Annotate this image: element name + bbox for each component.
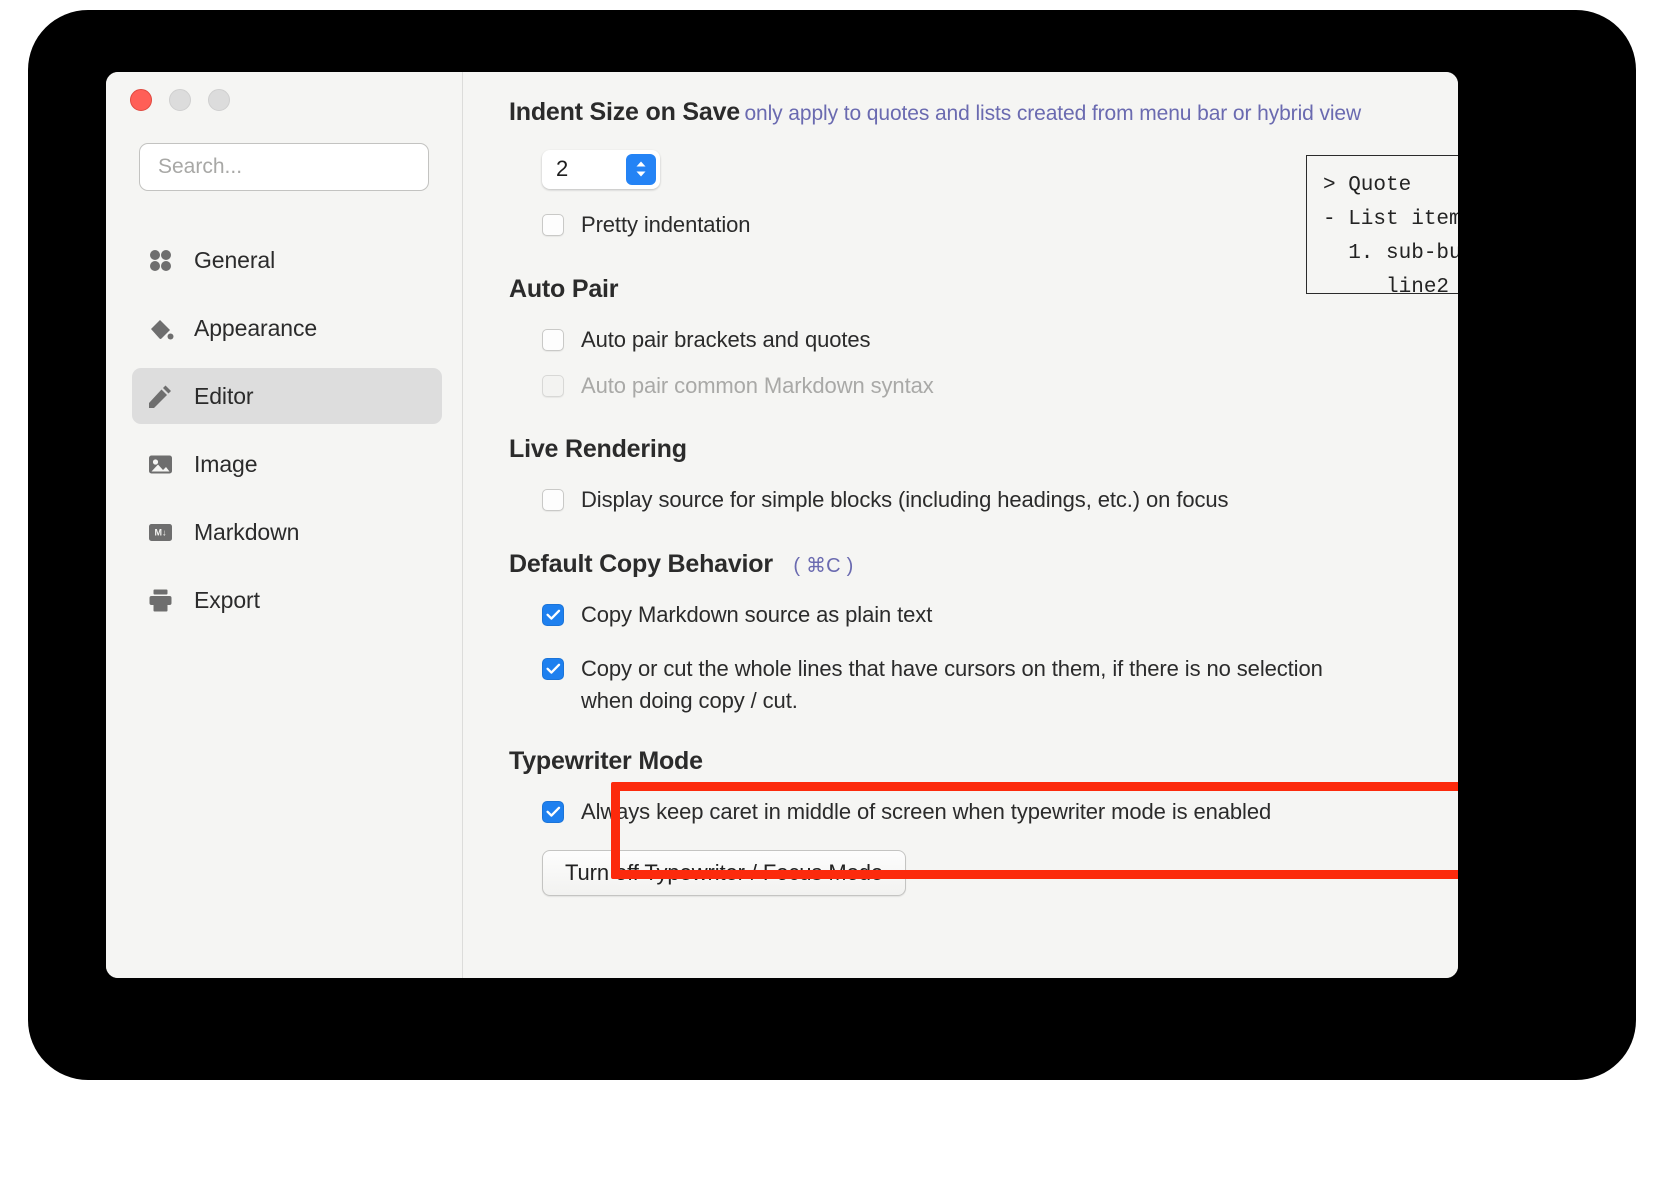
copy-plain-text-row[interactable]: Copy Markdown source as plain text (542, 599, 1424, 631)
typewriter-title: Typewriter Mode (509, 747, 703, 775)
auto-pair-brackets-row[interactable]: Auto pair brackets and quotes (542, 324, 1424, 356)
copy-behavior-title: Default Copy Behavior (509, 550, 773, 578)
sidebar-item-markdown[interactable]: M↓ Markdown (132, 504, 442, 560)
copy-whole-lines-label: Copy or cut the whole lines that have cu… (581, 653, 1372, 717)
indent-header: Indent Size on Save only apply to quotes… (509, 96, 1389, 130)
indent-size-stepper[interactable]: 2 (542, 150, 660, 189)
live-rendering-header: Live Rendering (509, 435, 1424, 464)
display-source-row[interactable]: Display source for simple blocks (includ… (542, 484, 1424, 516)
sidebar-item-general[interactable]: General (132, 232, 442, 288)
pretty-indentation-checkbox[interactable] (542, 214, 564, 236)
pretty-indentation-row[interactable]: Pretty indentation (542, 209, 1424, 241)
traffic-lights (130, 89, 230, 111)
live-rendering-title: Live Rendering (509, 435, 687, 463)
indent-note: only apply to quotes and lists created f… (744, 102, 1361, 125)
sidebar-item-label: Editor (194, 383, 253, 410)
chevron-down-icon (634, 170, 648, 178)
sidebar-item-label: General (194, 247, 275, 274)
maximize-window-button[interactable] (208, 89, 230, 111)
sidebar: General Appearance Edi (106, 72, 463, 978)
sidebar-item-label: Markdown (194, 519, 299, 546)
sidebar-item-image[interactable]: Image (132, 436, 442, 492)
sidebar-item-label: Appearance (194, 315, 317, 342)
live-rendering-group: Live Rendering Display source for simple… (509, 435, 1424, 516)
auto-pair-header: Auto Pair (509, 275, 1424, 304)
minimize-window-button[interactable] (169, 89, 191, 111)
sidebar-nav: General Appearance Edi (132, 232, 442, 640)
copy-whole-lines-checkbox[interactable] (542, 658, 564, 680)
turn-off-typewriter-button[interactable]: Turn off Typewriter / Focus Mode (542, 850, 906, 896)
sidebar-item-label: Image (194, 451, 257, 478)
keep-caret-checkbox[interactable] (542, 801, 564, 823)
sidebar-item-export[interactable]: Export (132, 572, 442, 628)
checkmark-icon (546, 663, 561, 675)
grid-dots-icon (145, 245, 175, 275)
sidebar-item-appearance[interactable]: Appearance (132, 300, 442, 356)
pencil-icon (145, 381, 175, 411)
pretty-indentation-label: Pretty indentation (581, 209, 750, 241)
printer-icon (145, 585, 175, 615)
sidebar-item-editor[interactable]: Editor (132, 368, 442, 424)
chevron-up-icon (634, 160, 648, 168)
copy-behavior-shortcut: ( ⌘C ) (793, 555, 853, 577)
auto-pair-brackets-checkbox[interactable] (542, 329, 564, 351)
typewriter-header: Typewriter Mode (509, 747, 1424, 776)
auto-pair-brackets-label: Auto pair brackets and quotes (581, 324, 870, 356)
checkmark-icon (546, 806, 561, 818)
auto-pair-title: Auto Pair (509, 275, 618, 303)
auto-pair-markdown-row: Auto pair common Markdown syntax (542, 370, 1424, 402)
copy-plain-text-checkbox[interactable] (542, 604, 564, 626)
display-source-checkbox[interactable] (542, 489, 564, 511)
image-icon (145, 449, 175, 479)
svg-text:M↓: M↓ (154, 527, 166, 537)
auto-pair-markdown-checkbox (542, 375, 564, 397)
copy-plain-text-label: Copy Markdown source as plain text (581, 599, 932, 631)
paint-bucket-icon (145, 313, 175, 343)
copy-behavior-group: Default Copy Behavior ( ⌘C ) Copy Markdo… (509, 550, 1424, 717)
sidebar-item-label: Export (194, 587, 260, 614)
indent-preview-text: > Quote - List item 1. sub-bullet line2 (1323, 169, 1458, 305)
stepper-buttons[interactable] (626, 154, 656, 185)
typewriter-group: Typewriter Mode Always keep caret in mid… (509, 747, 1424, 896)
markdown-icon: M↓ (145, 517, 175, 547)
search-input[interactable] (158, 155, 410, 179)
auto-pair-group: Auto Pair Auto pair brackets and quotes … (509, 275, 1424, 402)
keep-caret-label: Always keep caret in middle of screen wh… (581, 796, 1271, 828)
keep-caret-row[interactable]: Always keep caret in middle of screen wh… (542, 796, 1424, 828)
copy-behavior-header: Default Copy Behavior ( ⌘C ) (509, 550, 1424, 579)
display-source-label: Display source for simple blocks (includ… (581, 484, 1228, 516)
auto-pair-markdown-label: Auto pair common Markdown syntax (581, 370, 934, 402)
indent-size-value: 2 (556, 156, 568, 182)
copy-whole-lines-row[interactable]: Copy or cut the whole lines that have cu… (542, 653, 1372, 717)
preferences-window: General Appearance Edi (106, 72, 1458, 978)
indent-preview-box: > Quote - List item 1. sub-bullet line2 (1306, 155, 1458, 294)
settings-panel: Indent Size on Save only apply to quotes… (463, 72, 1458, 978)
close-window-button[interactable] (130, 89, 152, 111)
search-box[interactable] (139, 143, 429, 191)
indent-title: Indent Size on Save (509, 98, 740, 126)
checkmark-icon (546, 609, 561, 621)
